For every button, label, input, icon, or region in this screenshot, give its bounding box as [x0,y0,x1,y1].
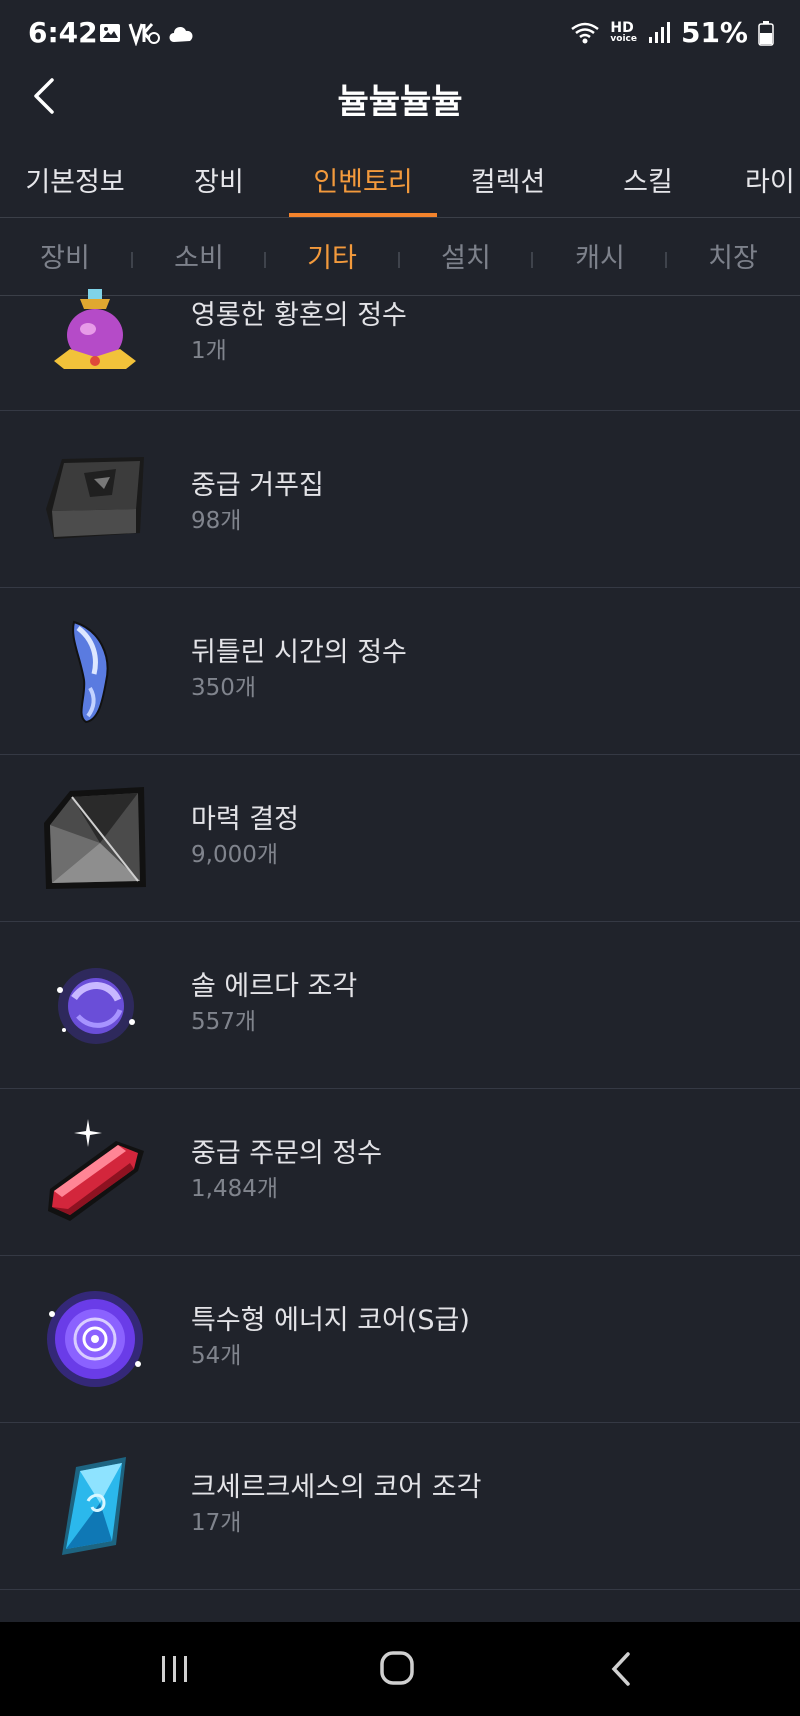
tab-collection[interactable]: 컬렉션 [437,146,579,217]
subtab-cash[interactable]: 캐시 [545,236,655,275]
gallery-icon [100,24,120,42]
list-item[interactable]: 중급 주문의 정수 1,484개 [0,1089,800,1256]
tab-basic-info[interactable]: 기본정보 [0,146,150,217]
potion-icon [54,289,136,369]
blue-core-icon [62,1457,126,1555]
tab-partial[interactable]: 라이 [745,146,800,217]
subtab-cosmetic[interactable]: 치장 [678,236,788,275]
hd-voice-indicator: HD voice [610,20,637,44]
main-tab-bar: 기본정보 장비 인벤토리 컬렉션 스킬 라이 [0,146,800,218]
list-item[interactable]: 중급 거푸집 98개 [0,421,800,588]
list-item[interactable]: 솔 에르다 조각 557개 [0,922,800,1089]
sub-tab-divider [131,252,133,268]
page-title: 뉼뉼뉼뉼 [337,82,463,122]
app-header: 뉼뉼뉼뉼 [0,60,800,134]
energy-core-icon [47,1291,143,1387]
subtab-install[interactable]: 설치 [411,236,521,275]
system-navigation-bar [0,1622,800,1716]
tab-equipment[interactable]: 장비 [150,146,288,217]
recent-apps-icon[interactable] [144,1644,204,1694]
subtab-consumable[interactable]: 소비 [144,236,254,275]
vpn-key-icon [128,23,160,46]
list-item[interactable]: 마력 결정 9,000개 [0,755,800,922]
battery-percent: 51% [680,16,748,49]
list-item[interactable]: 뒤틀린 시간의 정수 350개 [0,588,800,755]
mold-icon [46,457,144,539]
magic-crystal-icon [44,787,146,889]
list-item[interactable]: 크세르크세스의 코어 조각 17개 [0,1423,800,1590]
signal-icon [648,21,670,43]
subtab-equipment[interactable]: 장비 [10,236,120,275]
sub-tab-divider [531,252,533,268]
list-item[interactable]: 영롱한 황혼의 정수 1개 [0,287,800,411]
sol-erda-icon [57,968,135,1044]
wifi-icon [571,22,600,43]
twisted-time-icon [72,620,109,724]
battery-icon [758,20,774,46]
tab-inventory[interactable]: 인벤토리 [289,146,437,217]
sub-tab-divider [398,252,400,268]
sub-tab-divider [264,252,266,268]
home-icon[interactable] [368,1644,428,1694]
tab-skill[interactable]: 스킬 [579,146,717,217]
subtab-etc[interactable]: 기타 [277,236,387,275]
status-time: 6:42 [28,16,98,49]
sub-tab-bar: 장비 소비 기타 설치 캐시 치장 [0,218,800,296]
cloud-icon [169,27,193,42]
red-crystal-icon [48,1119,144,1221]
list-item[interactable]: 특수형 에너지 코어(S급) 54개 [0,1256,800,1423]
back-nav-icon[interactable] [592,1644,652,1694]
sub-tab-divider [665,252,667,268]
